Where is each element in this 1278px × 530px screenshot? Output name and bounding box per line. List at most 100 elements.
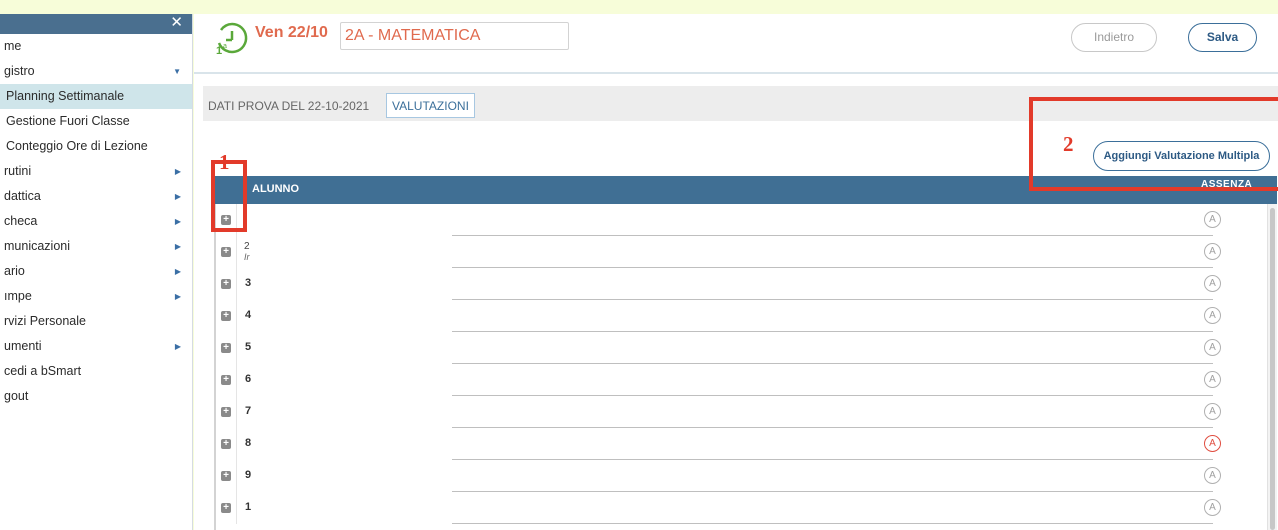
row-divider [236, 492, 237, 524]
sidebar-item-0[interactable]: me [0, 34, 192, 59]
absence-toggle-icon[interactable]: A [1204, 339, 1221, 356]
row-divider [236, 268, 237, 300]
sidebar-item-4[interactable]: Conteggio Ore di Lezione [0, 134, 192, 159]
row-divider [236, 236, 237, 268]
scrollbar[interactable] [1267, 204, 1277, 530]
expand-icon[interactable]: + [221, 375, 231, 385]
table-row[interactable]: +8 A [214, 428, 1267, 460]
student-number: 3 [245, 277, 252, 289]
class-selector[interactable]: 2A - MATEMATICA [340, 22, 569, 50]
table-row[interactable]: +1 A [214, 492, 1267, 524]
sidebar-item-14[interactable]: gout [0, 384, 192, 409]
expand-icon[interactable]: + [221, 471, 231, 481]
table-row[interactable]: +2 Ir A [214, 236, 1267, 268]
row-divider [236, 460, 237, 492]
chevron-down-icon: ▼ [173, 67, 181, 76]
absence-toggle-icon[interactable]: A [1204, 499, 1221, 516]
sidebar-item-label: municazioni [4, 239, 71, 253]
table-row[interactable]: +7 A [214, 396, 1267, 428]
sidebar-item-5[interactable]: rutini ▶ [0, 159, 192, 184]
table-row[interactable]: +9 A [214, 460, 1267, 492]
absence-toggle-icon[interactable]: A [1204, 243, 1221, 260]
svg-text:1: 1 [216, 45, 222, 57]
table-row[interactable]: +5 A [214, 332, 1267, 364]
sidebar-item-3[interactable]: Gestione Fuori Classe [0, 109, 192, 134]
chevron-right-icon: ▶ [174, 167, 181, 176]
student-number: 6 [245, 373, 252, 385]
table-row[interactable]: +4 A [214, 300, 1267, 332]
sidebar-item-12[interactable]: umenti ▶ [0, 334, 192, 359]
save-button[interactable]: Salva [1188, 23, 1257, 52]
sidebar-item-label: ımpe [4, 289, 32, 303]
sidebar-item-10[interactable]: ımpe ▶ [0, 284, 192, 309]
row-divider [236, 396, 237, 428]
chevron-right-icon: ▶ [174, 267, 181, 276]
expand-icon[interactable]: + [221, 311, 231, 321]
sidebar-item-6[interactable]: dattica ▶ [0, 184, 192, 209]
svg-text:a: a [223, 43, 227, 50]
row-separator [452, 523, 1213, 524]
sidebar-item-label: rutini [4, 164, 32, 178]
chevron-right-icon: ▶ [174, 192, 181, 201]
chevron-right-icon: ▶ [174, 292, 181, 301]
sidebar-item-7[interactable]: checa ▶ [0, 209, 192, 234]
table-row[interactable]: +6 A [214, 364, 1267, 396]
sidebar-item-9[interactable]: ario ▶ [0, 259, 192, 284]
sidebar-item-1[interactable]: gistro ▼ [0, 59, 192, 84]
tab-valutazioni[interactable]: VALUTAZIONI [386, 93, 475, 118]
main-panel: 1 a Ven 22/10 2A - MATEMATICA Indietro S… [194, 14, 1278, 530]
sidebar-topbar: ✕ [0, 14, 192, 34]
column-header-alunno: ALUNNO [252, 183, 300, 195]
student-number: 8 [245, 437, 252, 449]
close-icon[interactable]: ✕ [170, 14, 183, 32]
sidebar-item-label: cedi a bSmart [4, 364, 82, 378]
sidebar-item-8[interactable]: municazioni ▶ [0, 234, 192, 259]
absence-toggle-icon[interactable]: A [1204, 403, 1221, 420]
sidebar-item-11[interactable]: rvizi Personale [0, 309, 192, 334]
expand-icon[interactable]: + [221, 343, 231, 353]
expand-icon[interactable]: + [221, 503, 231, 513]
header: 1 a Ven 22/10 2A - MATEMATICA Indietro S… [194, 14, 1278, 74]
sidebar-item-13[interactable]: cedi a bSmart [0, 359, 192, 384]
expand-icon[interactable]: + [221, 279, 231, 289]
absence-toggle-icon[interactable]: A [1204, 435, 1221, 452]
chevron-right-icon: ▶ [174, 342, 181, 351]
sidebar-menu: me gistro ▼ Planning Settimanale Gestione Fu… [0, 34, 192, 409]
row-divider [236, 300, 237, 332]
table-row[interactable]: + A [214, 204, 1267, 236]
row-divider [236, 364, 237, 396]
row-divider [236, 428, 237, 460]
student-number: 7 [245, 405, 252, 417]
chevron-right-icon: ▶ [174, 217, 181, 226]
table-row[interactable]: +3 A [214, 268, 1267, 300]
absence-toggle-icon[interactable]: A [1204, 275, 1221, 292]
sidebar-item-label: Conteggio Ore di Lezione [6, 139, 148, 153]
absence-toggle-icon[interactable]: A [1204, 307, 1221, 324]
chevron-right-icon: ▶ [174, 242, 181, 251]
sidebar-item-label: dattica [4, 189, 41, 203]
sidebar-item-label: Gestione Fuori Classe [6, 114, 130, 128]
scrollbar-thumb[interactable] [1270, 208, 1275, 530]
tab-dati-prova[interactable]: DATI PROVA DEL 22-10-2021 [208, 94, 369, 119]
student-number: 1 [245, 501, 252, 513]
student-number: 4 [245, 309, 252, 321]
sidebar-item-label: rvizi Personale [4, 314, 86, 328]
sidebar-item-label: umenti [4, 339, 42, 353]
annotation-box-2 [1029, 97, 1278, 191]
absence-toggle-icon[interactable]: A [1204, 371, 1221, 388]
expand-icon[interactable]: + [221, 247, 231, 257]
student-subtext: Ir [244, 252, 250, 262]
expand-icon[interactable]: + [221, 407, 231, 417]
sidebar-item-label: me [4, 39, 22, 53]
expand-icon[interactable]: + [221, 439, 231, 449]
sidebar-item-label: checa [4, 214, 38, 228]
back-button[interactable]: Indietro [1071, 23, 1157, 52]
absence-toggle-icon[interactable]: A [1204, 467, 1221, 484]
annotation-box-1 [211, 160, 247, 232]
sidebar-item-2[interactable]: Planning Settimanale [0, 84, 192, 109]
sidebar-item-label: Planning Settimanale [6, 89, 125, 103]
absence-toggle-icon[interactable]: A [1204, 211, 1221, 228]
sidebar: ✕ me gistro ▼ Planning Settimanale Gestione … [0, 14, 193, 530]
row-divider [236, 332, 237, 364]
student-number: 2 [244, 241, 250, 252]
